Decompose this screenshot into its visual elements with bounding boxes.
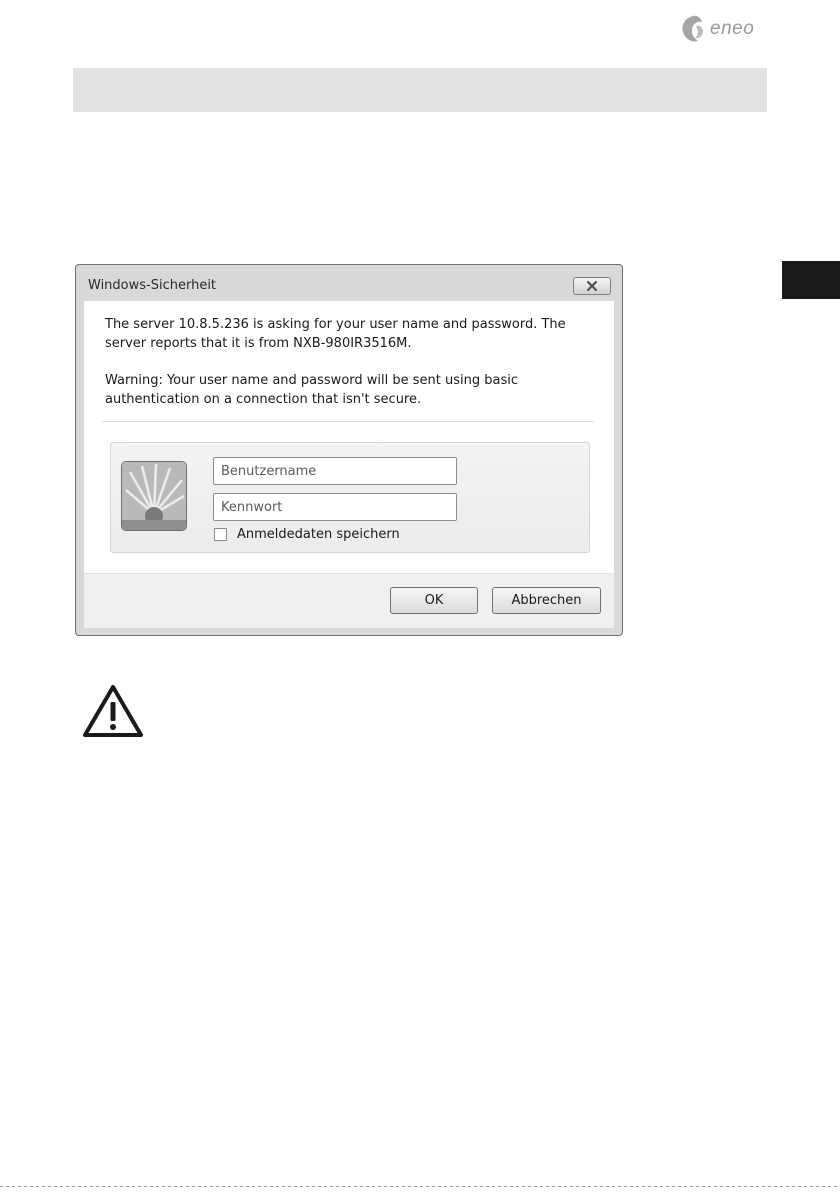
dialog-footer: OK Abbrechen — [84, 573, 614, 628]
security-warning-message: Warning: Your user name and password wil… — [105, 373, 518, 407]
user-tile-flower-icon — [122, 462, 186, 530]
cancel-button[interactable]: Abbrechen — [492, 587, 601, 614]
page-bottom-rule — [0, 1186, 840, 1187]
close-icon — [587, 281, 597, 291]
server-message: The server 10.8.5.236 is asking for your… — [105, 317, 566, 351]
chapter-tab — [782, 261, 840, 299]
logo-text: eneo — [710, 18, 755, 39]
close-button[interactable] — [573, 277, 611, 295]
dialog-content: The server 10.8.5.236 is asking for your… — [84, 301, 614, 628]
remember-credentials-row[interactable]: Anmeldedaten speichern — [214, 527, 400, 542]
brand-logo: eneo — [680, 14, 754, 44]
remember-credentials-label: Anmeldedaten speichern — [237, 527, 400, 542]
ok-button[interactable]: OK — [390, 587, 478, 614]
separator — [102, 421, 594, 422]
password-field[interactable] — [213, 493, 457, 521]
eneo-logo-icon — [682, 15, 703, 42]
security-dialog: Windows-Sicherheit The server 10.8.5.236… — [75, 264, 623, 636]
credential-panel: Anmeldedaten speichern — [110, 442, 590, 553]
warning-triangle-icon — [83, 685, 143, 737]
username-field[interactable] — [213, 457, 457, 485]
remember-credentials-checkbox[interactable] — [214, 528, 227, 541]
dialog-titlebar: Windows-Sicherheit — [76, 265, 622, 301]
user-avatar — [121, 461, 187, 531]
dialog-title: Windows-Sicherheit — [88, 278, 217, 293]
section-header-band — [73, 68, 767, 112]
